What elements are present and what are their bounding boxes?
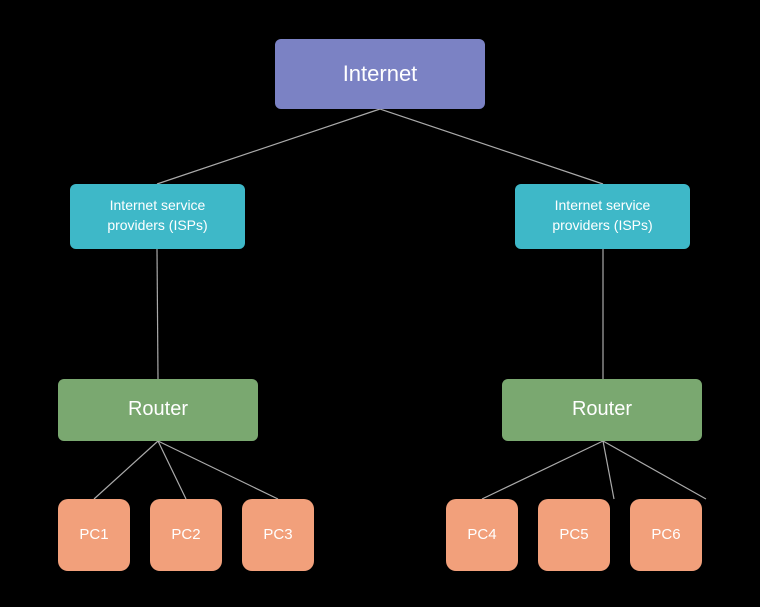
pc4-node: PC4 xyxy=(446,499,518,571)
router-right-label: Router xyxy=(572,398,632,421)
pc6-node: PC6 xyxy=(630,499,702,571)
internet-node: Internet xyxy=(275,39,485,109)
pc2-node: PC2 xyxy=(150,499,222,571)
router-right-node: Router xyxy=(502,379,702,441)
router-left-node: Router xyxy=(58,379,258,441)
isp-left-node: Internet service providers (ISPs) xyxy=(70,184,245,249)
network-diagram: Internet Internet service providers (ISP… xyxy=(20,19,740,589)
pc5-node: PC5 xyxy=(538,499,610,571)
pc3-label: PC3 xyxy=(263,526,292,543)
isp-right-node: Internet service providers (ISPs) xyxy=(515,184,690,249)
pc5-label: PC5 xyxy=(559,526,588,543)
router-left-label: Router xyxy=(128,398,188,421)
pc4-label: PC4 xyxy=(467,526,496,543)
pc1-node: PC1 xyxy=(58,499,130,571)
pc1-label: PC1 xyxy=(79,526,108,543)
pc3-node: PC3 xyxy=(242,499,314,571)
pc6-label: PC6 xyxy=(651,526,680,543)
internet-label: Internet xyxy=(343,61,418,87)
isp-right-label: Internet service providers (ISPs) xyxy=(552,196,652,235)
pc2-label: PC2 xyxy=(171,526,200,543)
isp-left-label: Internet service providers (ISPs) xyxy=(107,196,207,235)
